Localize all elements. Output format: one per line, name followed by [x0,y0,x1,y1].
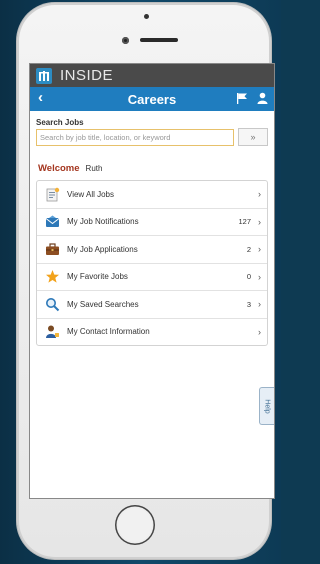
welcome-heading: Welcome [38,163,80,174]
phone-screen: INSIDE ‹ Careers Search Jobs » Welcome R… [30,64,274,498]
chevron-right-icon: › [258,216,261,227]
inside-title: INSIDE [60,67,114,84]
chevron-right-icon: › [258,271,261,282]
search-row: » [36,128,268,146]
earpiece-speaker [140,38,178,42]
menu-item-count: 0 [246,272,251,282]
menu-item-favorite-jobs[interactable]: My Favorite Jobs 0 › [37,264,267,291]
briefcase-icon [43,240,61,258]
menu-item-saved-searches[interactable]: My Saved Searches 3 › [37,291,267,319]
user-name: Ruth [85,164,103,173]
sensor-dot [144,14,149,19]
menu-item-contact-information[interactable]: My Contact Information › [37,319,267,346]
help-label: Help [263,398,271,414]
chevron-right-icon: › [258,189,261,200]
user-icon[interactable] [257,91,268,109]
chevron-right-icon: › [258,299,261,310]
menu-item-label: My Favorite Jobs [67,272,128,282]
nav-bar: ‹ Careers [30,87,274,111]
chevron-right-icon: › [258,326,261,337]
menu-item-label: View All Jobs [67,189,114,199]
inside-logo-icon [36,67,52,84]
chevron-right-icon: › [258,244,261,255]
menu-item-label: My Job Applications [67,244,138,254]
magnifier-icon [43,295,61,313]
flag-icon[interactable] [236,91,248,109]
menu-item-count: 2 [246,244,251,254]
front-camera [122,37,129,44]
job-list-icon [43,185,61,203]
menu-item-label: My Saved Searches [67,299,139,309]
home-button[interactable] [115,505,155,545]
chevron-left-icon[interactable]: ‹ [38,89,43,106]
search-section: Search Jobs » [30,111,274,150]
star-icon [43,268,61,286]
menu-item-view-all-jobs[interactable]: View All Jobs › [37,181,267,209]
contact-icon [43,323,61,341]
welcome-line: Welcome Ruth [30,150,274,180]
inside-header: INSIDE [30,64,274,87]
menu-item-count: 127 [238,217,251,227]
help-tab[interactable]: Help [259,387,274,425]
search-input[interactable] [36,128,234,146]
menu-item-job-notifications[interactable]: My Job Notifications 127 › [37,209,267,236]
menu-item-label: My Job Notifications [67,217,139,227]
menu-item-count: 3 [246,299,251,309]
menu-item-label: My Contact Information [67,327,150,337]
careers-menu: View All Jobs › My Job Notifications 127… [36,180,268,346]
search-go-button[interactable]: » [238,128,268,146]
menu-item-job-applications[interactable]: My Job Applications 2 › [37,236,267,264]
search-label: Search Jobs [36,118,84,127]
envelope-icon [43,213,61,231]
